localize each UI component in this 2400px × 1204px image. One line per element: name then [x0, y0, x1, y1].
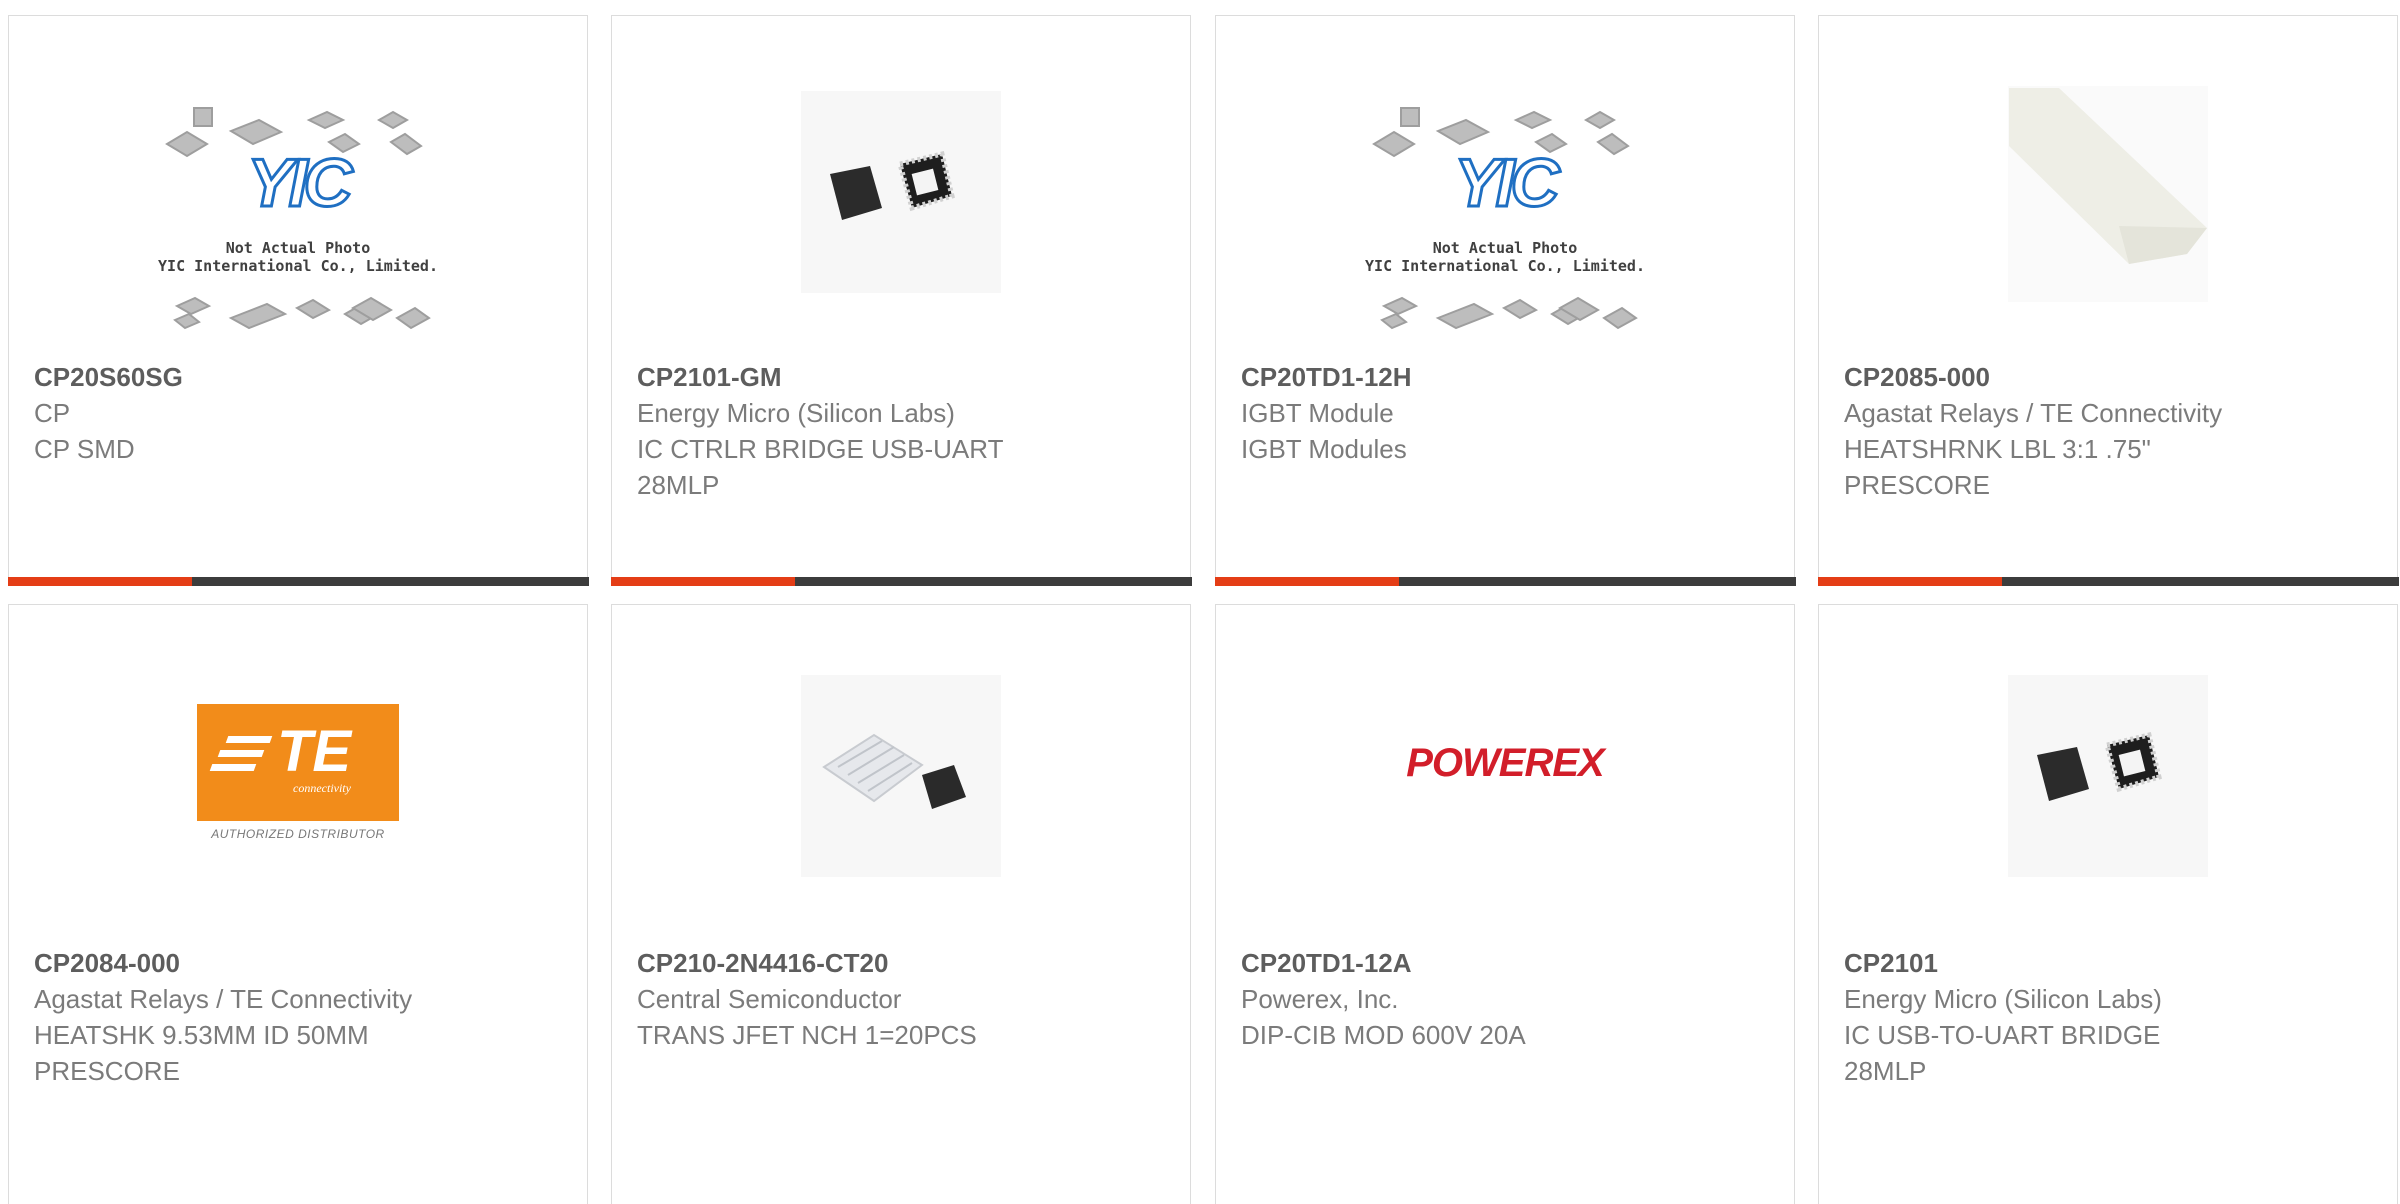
- product-image[interactable]: [1819, 605, 2397, 935]
- part-number[interactable]: CP2101: [1844, 945, 2377, 981]
- manufacturer: IGBT Module: [1241, 398, 1394, 428]
- product-card[interactable]: CP2085-000 Agastat Relays / TE Connectiv…: [1817, 15, 2399, 586]
- manufacturer: Energy Micro (Silicon Labs): [637, 398, 955, 428]
- product-card[interactable]: CP2101-GM Energy Micro (Silicon Labs) IC…: [610, 15, 1192, 586]
- card-accent-highlight: [1214, 576, 1399, 586]
- card-accent-bar: [7, 576, 589, 586]
- product-grid: YIC Not Actual Photo YIC International C…: [0, 0, 2400, 1204]
- product-image-te-logo[interactable]: TE connectivity AUTHORIZED DISTRIBUTOR: [9, 605, 587, 935]
- part-number[interactable]: CP20S60SG: [34, 359, 567, 395]
- yic-logo: YIC: [1453, 144, 1561, 223]
- card-accent-bar: [610, 576, 1192, 586]
- card-accent-highlight: [7, 576, 192, 586]
- not-actual-photo-text: Not Actual Photo: [1432, 239, 1578, 257]
- description-cont: 28MLP: [1844, 1056, 1927, 1086]
- manufacturer: CP: [34, 398, 71, 428]
- manufacturer: Agastat Relays / TE Connectivity: [1844, 398, 2223, 428]
- part-number[interactable]: CP2101-GM: [637, 359, 1170, 395]
- description-cont: PRESCORE: [1844, 470, 1990, 500]
- description: DIP-CIB MOD 600V 20A: [1241, 1020, 1526, 1050]
- not-actual-photo-text: Not Actual Photo: [225, 239, 371, 257]
- part-number[interactable]: CP210-2N4416-CT20: [637, 945, 1170, 981]
- yic-logo: YIC: [246, 144, 354, 223]
- manufacturer: Central Semiconductor: [637, 984, 902, 1014]
- description: IC CTRLR BRIDGE USB-UART: [637, 434, 1004, 464]
- authorized-distributor-text: AUTHORIZED DISTRIBUTOR: [211, 827, 385, 841]
- description-cont: PRESCORE: [34, 1056, 180, 1086]
- product-info: CP20TD1-12A Powerex, Inc. DIP-CIB MOD 60…: [1241, 945, 1774, 1053]
- qfn-chip-icon: [801, 91, 1001, 293]
- chip-tray-icon: [801, 675, 1001, 877]
- product-info: CP210-2N4416-CT20 Central Semiconductor …: [637, 945, 1170, 1053]
- part-number[interactable]: CP2085-000: [1844, 359, 2377, 395]
- product-image[interactable]: [612, 605, 1190, 935]
- te-logo-word: TE: [277, 719, 352, 784]
- product-info: CP2101-GM Energy Micro (Silicon Labs) IC…: [637, 359, 1170, 503]
- product-image-yic-placeholder[interactable]: YIC Not Actual Photo YIC International C…: [9, 16, 587, 346]
- product-card[interactable]: YIC Not Actual Photo YIC International C…: [7, 15, 589, 586]
- product-info: CP20S60SG CP CP SMD: [34, 359, 567, 467]
- product-info: CP20TD1-12H IGBT Module IGBT Modules: [1241, 359, 1774, 467]
- product-info: CP2101 Energy Micro (Silicon Labs) IC US…: [1844, 945, 2377, 1089]
- te-stripe: [217, 750, 265, 757]
- card-accent-highlight: [610, 576, 795, 586]
- powerex-logo: POWEREX: [1406, 741, 1604, 785]
- card-accent-highlight: [1817, 576, 2002, 586]
- product-card[interactable]: CP2101 Energy Micro (Silicon Labs) IC US…: [1818, 604, 2398, 1204]
- description: TRANS JFET NCH 1=20PCS: [637, 1020, 977, 1050]
- manufacturer: Powerex, Inc.: [1241, 984, 1399, 1014]
- te-logo: TE connectivity: [197, 704, 399, 821]
- product-card[interactable]: POWEREX CP20TD1-12A Powerex, Inc. DIP-CI…: [1215, 604, 1795, 1204]
- description: HEATSHK 9.53MM ID 50MM: [34, 1020, 369, 1050]
- product-image-powerex-logo[interactable]: POWEREX: [1216, 605, 1794, 935]
- manufacturer: Energy Micro (Silicon Labs): [1844, 984, 2162, 1014]
- product-info: CP2084-000 Agastat Relays / TE Connectiv…: [34, 945, 567, 1089]
- te-stripe: [225, 736, 273, 743]
- part-number[interactable]: CP2084-000: [34, 945, 567, 981]
- card-accent-bar: [1214, 576, 1796, 586]
- product-card[interactable]: TE connectivity AUTHORIZED DISTRIBUTOR C…: [8, 604, 588, 1204]
- product-image-yic-placeholder[interactable]: YIC Not Actual Photo YIC International C…: [1216, 16, 1794, 346]
- part-number[interactable]: CP20TD1-12H: [1241, 359, 1774, 395]
- yic-company-text: YIC International Co., Limited.: [1365, 257, 1645, 275]
- heatshrink-sleeve-icon: [2008, 86, 2208, 302]
- description: IC USB-TO-UART BRIDGE: [1844, 1020, 2161, 1050]
- description: CP SMD: [34, 434, 135, 464]
- product-info: CP2085-000 Agastat Relays / TE Connectiv…: [1844, 359, 2377, 503]
- product-card[interactable]: CP210-2N4416-CT20 Central Semiconductor …: [611, 604, 1191, 1204]
- product-image[interactable]: [1819, 16, 2397, 346]
- manufacturer: Agastat Relays / TE Connectivity: [34, 984, 413, 1014]
- part-number[interactable]: CP20TD1-12A: [1241, 945, 1774, 981]
- description: HEATSHRNK LBL 3:1 .75": [1844, 434, 2151, 464]
- card-accent-bar: [1817, 576, 2399, 586]
- description-cont: 28MLP: [637, 470, 720, 500]
- product-image[interactable]: [612, 16, 1190, 346]
- description: IGBT Modules: [1241, 434, 1407, 464]
- qfn-chip-icon: [2008, 675, 2208, 877]
- te-logo-subtext: connectivity: [293, 781, 351, 795]
- product-card[interactable]: YIC Not Actual Photo YIC International C…: [1214, 15, 1796, 586]
- te-stripe: [209, 764, 257, 771]
- yic-company-text: YIC International Co., Limited.: [158, 257, 438, 275]
